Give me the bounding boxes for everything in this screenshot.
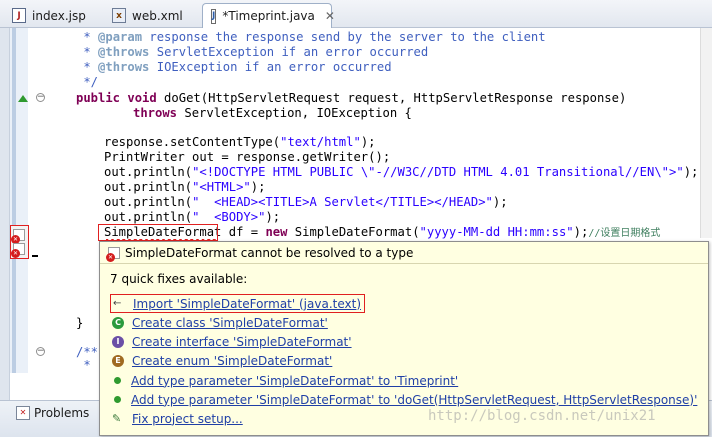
code-line: throws ServletException, IOException { [133, 106, 412, 120]
code-line: */ [76, 75, 99, 89]
quick-fix-popup: SimpleDateFormat cannot be resolved to a… [99, 241, 709, 436]
type-parameter-icon [114, 396, 121, 403]
code-line: out.println("<HTML>"); [104, 180, 266, 194]
wrench-icon: ✎ [112, 412, 122, 425]
overview-ruler [700, 28, 712, 238]
xml-file-icon: x [112, 8, 126, 23]
range-indicator [12, 28, 16, 373]
tab-label: *Timeprint.java [222, 9, 315, 23]
code-line: public void doGet(HttpServletRequest req… [76, 91, 627, 105]
collapse-icon[interactable]: − [36, 347, 45, 356]
collapse-icon[interactable]: − [36, 93, 45, 102]
enum-icon: E [112, 354, 124, 367]
fix-project-setup[interactable]: ✎ Fix project setup... [112, 410, 243, 427]
code-line: * @throws ServletException if an error o… [76, 45, 429, 59]
close-icon[interactable]: ✕ [325, 9, 335, 23]
fix-import-simpledateformat[interactable]: ← Import 'SimpleDateFormat' (java.text) [110, 294, 365, 313]
quick-fix-header: SimpleDateFormat cannot be resolved to a… [100, 242, 708, 264]
text-caret [32, 255, 38, 257]
quick-fix-error-icon[interactable] [11, 243, 25, 258]
import-icon: ← [113, 298, 122, 309]
fix-create-interface[interactable]: I Create interface 'SimpleDateFormat' [112, 333, 352, 350]
code-line: out.println("<!DOCTYPE HTML PUBLIC \"-//… [104, 165, 699, 179]
fix-create-class[interactable]: C Create class 'SimpleDateFormat' [112, 314, 328, 331]
code-line: * @param response the response send by t… [76, 30, 546, 44]
code-line: } [76, 316, 84, 330]
tab-index-jsp[interactable]: J index.jsp [4, 3, 94, 28]
tab-label: web.xml [132, 8, 183, 23]
editor-tab-bar: J index.jsp x web.xml J *Timeprint.java … [0, 0, 712, 28]
java-file-icon: J [211, 8, 217, 24]
left-view-strip [0, 28, 10, 436]
tab-label: index.jsp [32, 8, 86, 23]
code-line: * @throws IOException if an error occurr… [76, 60, 392, 74]
interface-icon: I [112, 335, 124, 348]
code-line: response.setContentType("text/html"); [104, 135, 376, 149]
code-line: out.println(" <BODY>"); [104, 210, 281, 224]
code-line: PrintWriter out = response.getWriter(); [104, 150, 391, 164]
code-line: * [76, 358, 91, 372]
tab-timeprint-java[interactable]: J *Timeprint.java ✕ [202, 3, 335, 28]
type-parameter-icon [114, 377, 121, 384]
class-icon: C [112, 316, 124, 329]
fix-add-type-parameter-method[interactable]: Add type parameter 'SimpleDateFormat' to… [112, 391, 697, 408]
quick-fix-count: 7 quick fixes available: [110, 272, 248, 286]
quick-fix-error-icon[interactable] [11, 229, 25, 244]
problems-view-tab[interactable]: ✕ Problems [12, 402, 93, 424]
fix-add-type-parameter-class[interactable]: Add type parameter 'SimpleDateFormat' to… [112, 372, 458, 389]
error-icon [106, 246, 120, 262]
override-indicator-icon[interactable] [18, 95, 28, 102]
fix-create-enum[interactable]: E Create enum 'SimpleDateFormat' [112, 352, 332, 369]
problems-label: Problems [34, 406, 90, 420]
code-line: out.println(" <HEAD><TITLE>A Servlet</TI… [104, 195, 508, 209]
quick-fix-title: SimpleDateFormat cannot be resolved to a… [125, 245, 414, 260]
watermark: http://blog.csdn.net/unix21 [428, 408, 656, 424]
tab-web-xml[interactable]: x web.xml [104, 3, 191, 28]
jsp-file-icon: J [12, 8, 26, 23]
problems-icon: ✕ [16, 406, 30, 420]
